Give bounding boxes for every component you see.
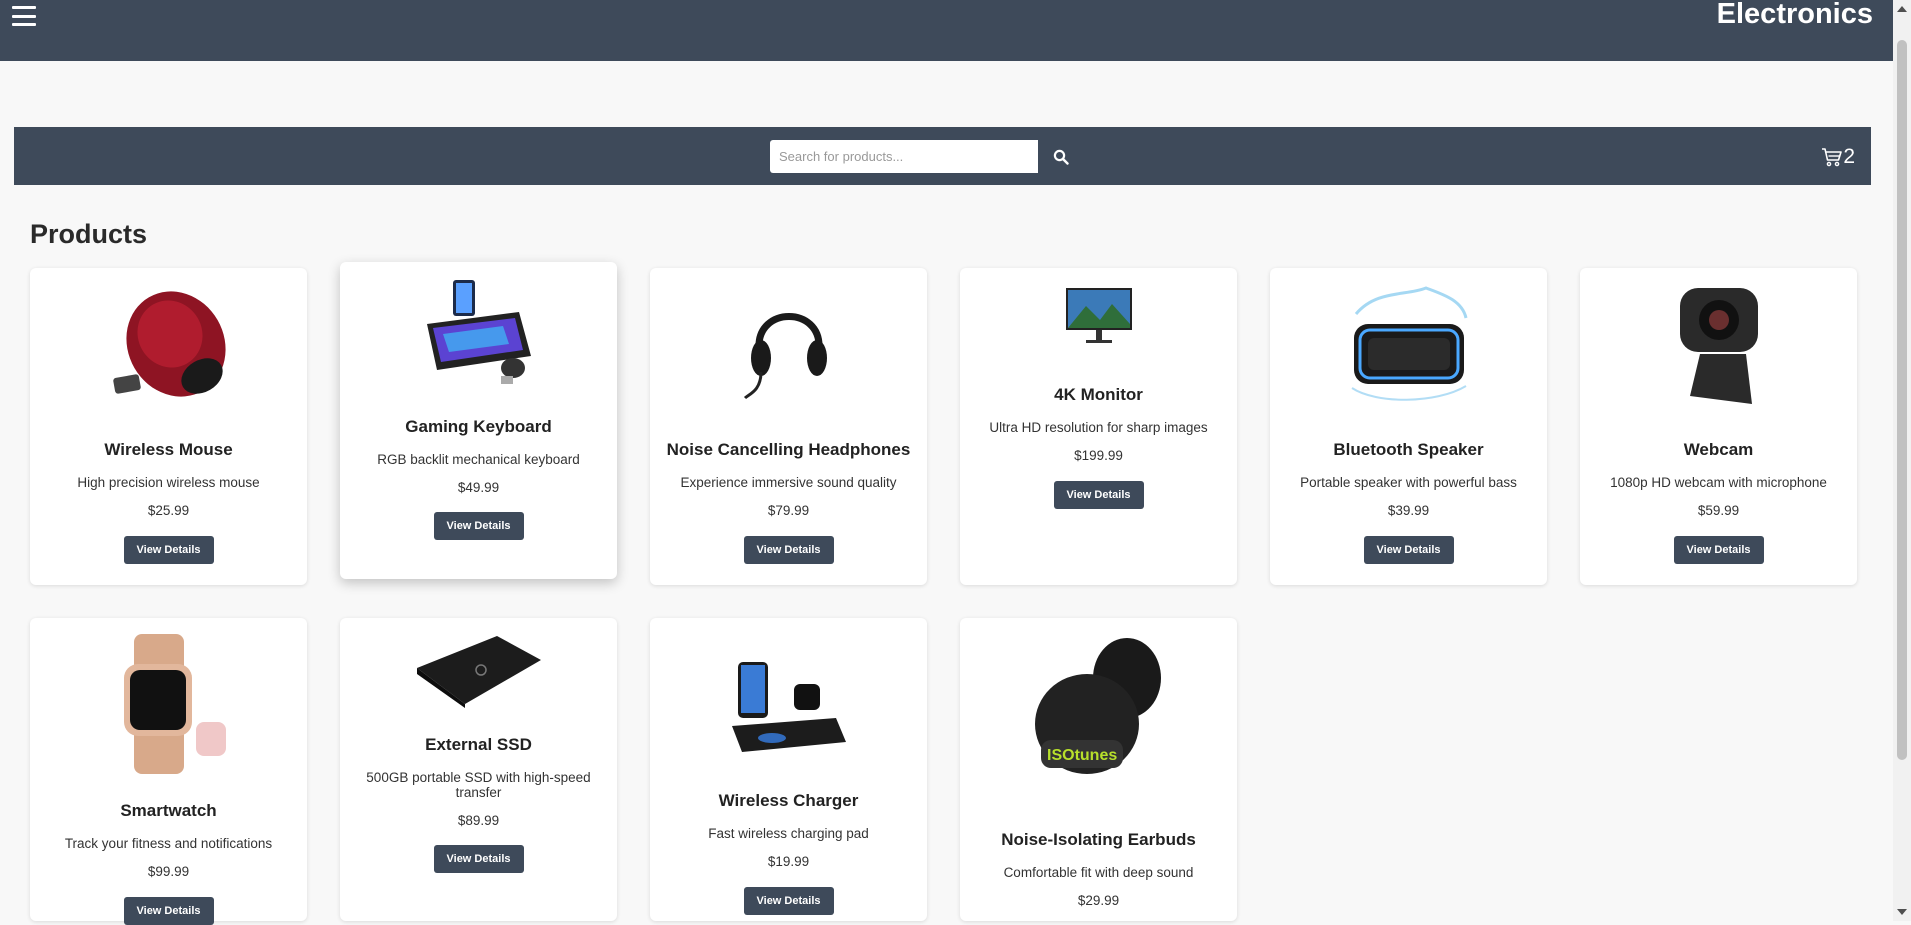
product-card-noise-cancelling-headphones[interactable]: Noise Cancelling Headphones Experience i…	[650, 268, 927, 585]
product-name: Noise Cancelling Headphones	[666, 440, 911, 459]
product-card-smartwatch[interactable]: Smartwatch Track your fitness and notifi…	[30, 618, 307, 925]
product-image-bluetooth-speaker	[1350, 286, 1467, 401]
product-image-wireless-charger	[731, 662, 846, 752]
product-price: $29.99	[1077, 893, 1120, 908]
product-name: Wireless Charger	[718, 791, 859, 810]
product-name: Webcam	[1683, 440, 1754, 459]
product-price: $19.99	[767, 854, 810, 869]
product-card-bluetooth-speaker[interactable]: Bluetooth Speaker Portable speaker with …	[1270, 268, 1547, 585]
product-description: Portable speaker with powerful bass	[1300, 475, 1517, 490]
product-image-external-ssd	[416, 636, 541, 708]
product-card-4k-monitor[interactable]: 4K Monitor Ultra HD resolution for sharp…	[960, 268, 1237, 585]
brand-title: Electronics	[1716, 0, 1873, 30]
search-icon	[1053, 149, 1069, 165]
cart-count: 2	[1843, 145, 1855, 168]
product-image-smartwatch	[123, 634, 226, 774]
product-price: $99.99	[147, 864, 190, 879]
product-description: Experience immersive sound quality	[680, 475, 897, 490]
cart-icon	[1822, 148, 1843, 167]
product-image-earbuds: ISOtunes	[1034, 638, 1161, 774]
earbuds-brand-badge: ISOtunes	[1047, 747, 1117, 764]
product-card-gaming-keyboard[interactable]: Gaming Keyboard RGB backlit mechanical k…	[340, 262, 617, 579]
product-price: $199.99	[1074, 448, 1123, 463]
page-title: Products	[30, 219, 148, 249]
product-image-webcam	[1679, 288, 1758, 404]
product-description: 500GB portable SSD with high-speed trans…	[366, 770, 591, 800]
product-name: External SSD	[425, 735, 532, 754]
view-details-button[interactable]: View Details	[433, 845, 524, 873]
product-description: Fast wireless charging pad	[708, 826, 869, 841]
search-bar	[770, 140, 1083, 173]
product-image-wireless-mouse	[112, 291, 226, 397]
view-details-button[interactable]: View Details	[1053, 481, 1144, 509]
product-card-external-ssd[interactable]: External SSD 500GB portable SSD with hig…	[340, 618, 617, 921]
product-image-gaming-keyboard	[426, 280, 531, 384]
view-details-button[interactable]: View Details	[433, 512, 524, 540]
product-description: Ultra HD resolution for sharp images	[989, 420, 1208, 435]
scroll-down-arrow[interactable]	[1897, 909, 1907, 915]
product-price: $89.99	[457, 813, 500, 828]
product-price: $79.99	[767, 503, 810, 518]
view-details-button[interactable]: View Details	[1673, 536, 1764, 564]
vertical-scrollbar[interactable]	[1893, 0, 1911, 921]
view-details-button[interactable]: View Details	[123, 536, 214, 564]
view-details-button[interactable]: View Details	[1363, 536, 1454, 564]
view-details-button[interactable]: View Details	[743, 536, 834, 564]
product-price: $39.99	[1387, 503, 1430, 518]
product-name: 4K Monitor	[1054, 385, 1143, 404]
product-description: High precision wireless mouse	[77, 475, 260, 490]
product-name: Smartwatch	[120, 801, 217, 820]
cart-button[interactable]: 2	[1821, 145, 1855, 169]
product-image-4k-monitor	[1065, 288, 1132, 343]
product-description: Track your fitness and notifications	[64, 836, 273, 851]
product-name: Bluetooth Speaker	[1333, 440, 1484, 459]
scroll-up-arrow[interactable]	[1897, 6, 1907, 12]
product-price: $25.99	[147, 503, 190, 518]
search-input[interactable]	[770, 140, 1038, 173]
view-details-button[interactable]: View Details	[743, 887, 834, 915]
top-header: Electronics	[0, 0, 1893, 61]
search-button[interactable]	[1038, 140, 1083, 173]
product-description: RGB backlit mechanical keyboard	[377, 452, 580, 467]
product-price: $49.99	[457, 480, 500, 495]
product-name: Noise-Isolating Earbuds	[1001, 830, 1196, 849]
search-toolbar: 2	[14, 127, 1871, 185]
product-description: Comfortable fit with deep sound	[1003, 865, 1194, 880]
product-name: Wireless Mouse	[104, 440, 233, 459]
hamburger-menu-icon[interactable]	[12, 6, 36, 26]
product-image-headphones	[743, 313, 827, 400]
product-card-noise-isolating-earbuds[interactable]: ISOtunes Noise-Isolating Earbuds Comfort…	[960, 618, 1237, 921]
product-card-webcam[interactable]: Webcam 1080p HD webcam with microphone $…	[1580, 268, 1857, 585]
product-card-wireless-charger[interactable]: Wireless Charger Fast wireless charging …	[650, 618, 927, 921]
product-price: $59.99	[1697, 503, 1740, 518]
product-name: Gaming Keyboard	[405, 417, 552, 436]
product-card-wireless-mouse[interactable]: Wireless Mouse High precision wireless m…	[30, 268, 307, 585]
scrollbar-thumb[interactable]	[1897, 40, 1907, 760]
product-description: 1080p HD webcam with microphone	[1610, 475, 1827, 490]
